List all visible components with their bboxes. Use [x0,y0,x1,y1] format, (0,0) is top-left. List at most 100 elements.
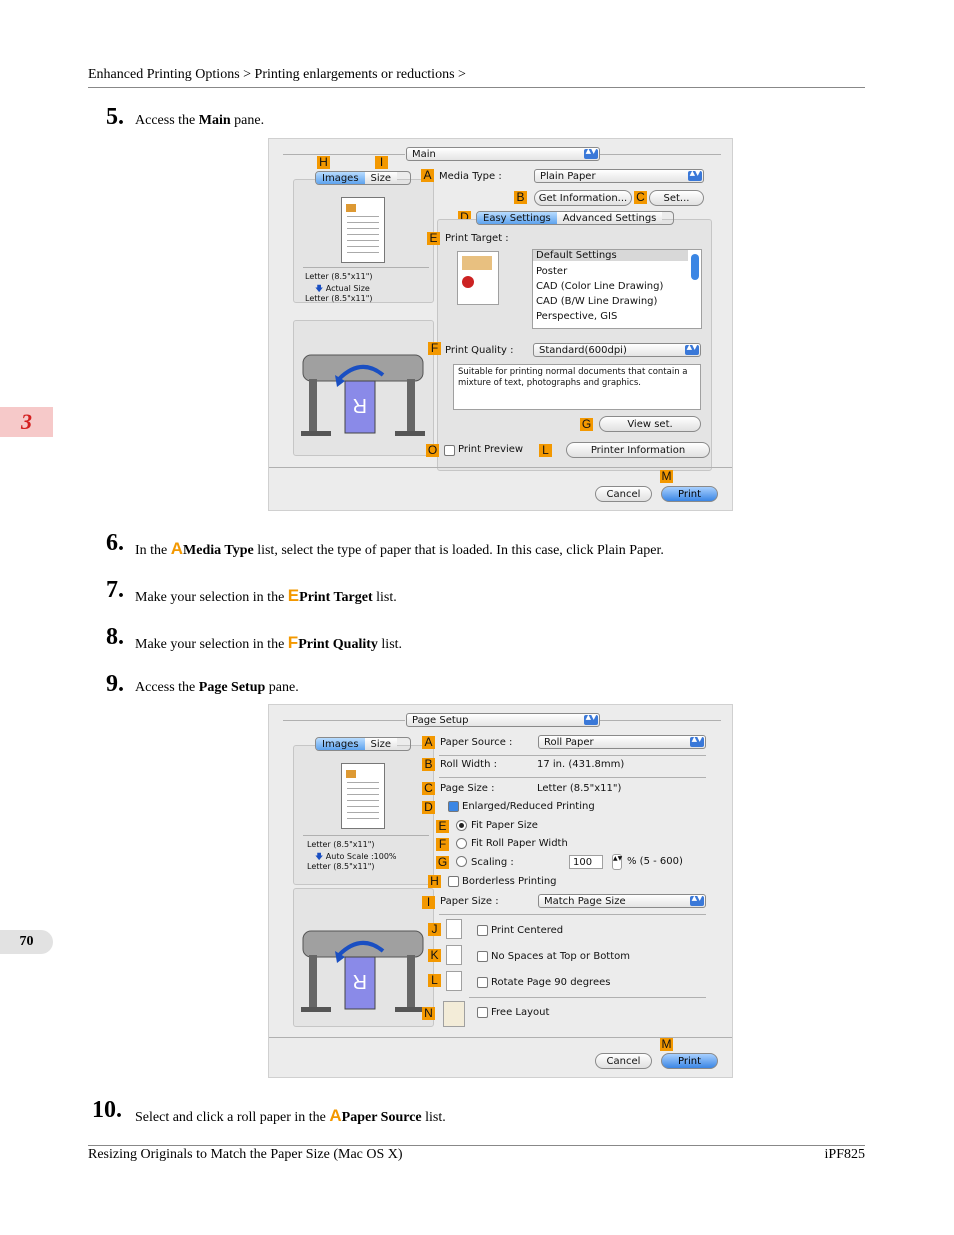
media-type-popup[interactable]: Plain Paper ▲▼ [534,169,704,183]
list-item[interactable]: CAD (Color Line Drawing) [536,281,663,292]
label-m: M [660,1037,673,1051]
label-k: K [428,949,441,962]
print-target-label: Print Target : [445,233,509,244]
label-g: G [580,417,593,431]
print-quality-popup[interactable]: Standard(600dpi) ▲▼ [533,343,701,357]
print-centered-checkbox[interactable] [477,925,488,936]
paper-source-label: Paper Source : [440,737,513,748]
label-e: E [436,820,449,833]
label-g: G [436,855,449,869]
list-item[interactable]: Perspective, GIS [536,311,617,322]
label-f: F [428,342,441,355]
list-item[interactable]: Default Settings [533,250,688,261]
scaling-input[interactable]: 100 [569,855,603,869]
media-type-label: Media Type : [439,171,502,182]
roll-width-label: Roll Width : [440,759,497,770]
step-text: Access the Main pane. [135,113,265,128]
step-number: 9. [106,671,124,697]
svg-text:R: R [353,394,367,416]
tab-size[interactable]: Size [364,738,398,750]
print-preview-checkbox[interactable] [444,445,455,456]
label-a: A [422,736,435,749]
set-button[interactable]: Set... [649,190,704,206]
preview-output-size: Letter (8.5"x11") [305,294,373,303]
fit-paper-size-radio[interactable] [456,820,467,831]
fit-roll-width-radio[interactable] [456,838,467,849]
label-a: A [421,169,434,182]
tab-images[interactable]: Images [316,172,365,184]
label-h: H [317,156,330,169]
rotate-page-label: Rotate Page 90 degrees [491,977,611,988]
printer-information-button[interactable]: Printer Information [566,442,710,458]
print-button[interactable]: Print [661,486,718,502]
footer-rule [88,1145,865,1146]
tab-size[interactable]: Size [364,172,398,184]
free-layout-checkbox[interactable] [477,1007,488,1018]
rotate-page-checkbox[interactable] [477,977,488,988]
step-text: In the AMedia Type list, select the type… [135,539,664,558]
print-quality-label: Print Quality : [445,345,514,356]
page-thumbnail [341,197,385,263]
label-b: B [514,191,527,204]
label-l: L [428,974,441,987]
list-scrollbar[interactable] [691,254,699,280]
list-item[interactable]: CAD (B/W Line Drawing) [536,296,657,307]
cancel-button[interactable]: Cancel [595,486,652,502]
print-target-list[interactable]: Default Settings Poster CAD (Color Line … [532,249,702,329]
enlarged-reduced-checkbox[interactable] [448,801,459,812]
scaling-radio[interactable] [456,856,467,867]
printer-illustration: R [301,930,425,1012]
enlarged-reduced-label: Enlarged/Reduced Printing [462,801,595,812]
label-d: D [422,801,435,814]
free-layout-label: Free Layout [491,1007,550,1018]
label-i: I [422,896,435,909]
borderless-checkbox[interactable] [448,876,459,887]
label-b: B [422,758,435,771]
fit-paper-size-label: Fit Paper Size [471,820,538,831]
tab-images[interactable]: Images [316,738,365,750]
print-centered-icon [446,919,462,939]
pane-popup[interactable]: Page Setup ▲▼ [406,713,600,727]
tab-easy-settings[interactable]: Easy Settings [477,212,557,224]
free-layout-icon [443,1001,465,1027]
preview-output-size: Letter (8.5"x11") [307,862,375,871]
scaling-stepper[interactable]: ▲▼ [612,854,622,870]
paper-size-popup[interactable]: Match Page Size ▲▼ [538,894,706,908]
scaling-range: % (5 - 600) [627,856,683,867]
list-item[interactable]: Poster [536,266,567,277]
preview-source-size: Letter (8.5"x11") [305,272,373,281]
images-size-tabs[interactable]: Images Size [315,171,411,185]
view-set-button[interactable]: View set. [599,416,701,432]
cancel-button[interactable]: Cancel [595,1053,652,1069]
label-m: M [660,469,673,483]
step-text: Access the Page Setup pane. [135,680,299,695]
borderless-label: Borderless Printing [462,876,557,887]
label-f: F [436,838,449,851]
preview-source-size: Letter (8.5"x11") [307,840,375,849]
step-text: Select and click a roll paper in the APa… [135,1106,446,1125]
paper-size-label: Paper Size : [440,896,499,907]
page-size-value: Letter (8.5"x11") [537,783,622,794]
label-c: C [422,782,435,795]
pane-popup[interactable]: Main ▲▼ [406,147,600,161]
step-number: 10. [92,1097,122,1123]
print-button[interactable]: Print [661,1053,718,1069]
no-spaces-icon [446,945,462,965]
paper-source-popup[interactable]: Roll Paper ▲▼ [538,735,706,749]
settings-tabs[interactable]: Easy Settings Advanced Settings [476,211,674,225]
get-information-button[interactable]: Get Information... [534,190,632,206]
footer-title: Resizing Originals to Match the Paper Si… [88,1147,403,1162]
step-number: 7. [106,577,124,603]
step-text: Make your selection in the FPrint Qualit… [135,633,403,652]
images-size-tabs[interactable]: Images Size [315,737,411,751]
header-rule [88,87,865,88]
target-preview-image [457,251,499,305]
roll-width-value: 17 in. (431.8mm) [537,759,625,770]
no-spaces-checkbox[interactable] [477,951,488,962]
page-setup-dialog: Page Setup ▲▼ Images Size Letter (8.5"x11… [268,704,733,1078]
page-size-label: Page Size : [440,783,495,794]
step-text: Make your selection in the EPrint Target… [135,586,397,605]
page-thumbnail [341,763,385,829]
tab-advanced-settings[interactable]: Advanced Settings [556,212,663,224]
label-c: C [634,191,647,204]
